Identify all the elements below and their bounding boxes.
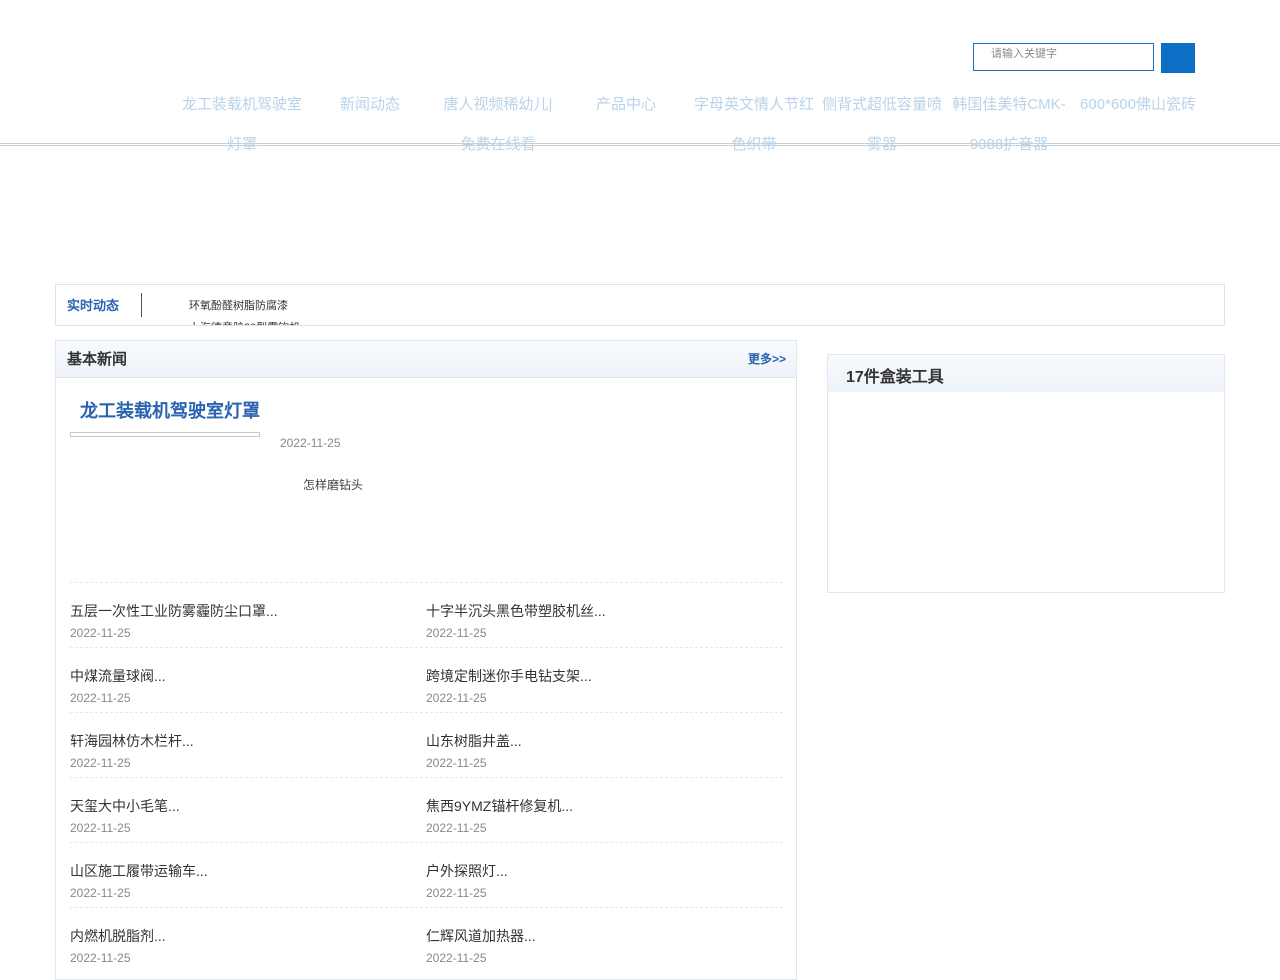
ticker-item[interactable]: 上海德意胶20型零钩机 (189, 317, 300, 325)
news-item-date: 2022-11-25 (426, 626, 487, 640)
news-item-date: 2022-11-25 (426, 886, 487, 900)
nav-item-label: 雾器 (866, 136, 897, 153)
news-row: 天玺大中小毛笔... 2022-11-25 焦西9YMZ锚杆修复机... 202… (70, 777, 783, 842)
nav-item-7[interactable]: 600*600佛山瓷砖 (1074, 85, 1202, 125)
news-list: 五层一次性工业防雾霾防尘口罩... 2022-11-25 十字半沉头黑色带塑胶机… (70, 582, 783, 972)
panel-header: 基本新闻 更多>> (56, 341, 796, 378)
news-item-title[interactable]: 仁辉风道加热器... (426, 926, 536, 946)
ticker-item[interactable]: 环氧酚醛树脂防腐漆 (189, 295, 300, 317)
nav-item-1[interactable]: 新闻动态 (330, 85, 410, 125)
search-input[interactable] (974, 46, 1153, 72)
news-item-date: 2022-11-25 (70, 691, 131, 705)
nav-item-label: 侧背式超低容量喷 (821, 96, 942, 113)
news-row: 山区施工履带运输车... 2022-11-25 户外探照灯... 2022-11… (70, 842, 783, 907)
nav-item-0[interactable]: 龙工装载机驾驶室 灯罩 (176, 85, 308, 165)
news-item-title[interactable]: 内燃机脱脂剂... (70, 926, 166, 946)
news-item-date: 2022-11-25 (426, 821, 487, 835)
side-panel-header: 17件盒装工具 (828, 355, 1224, 392)
nav-item-label: 600*600佛山瓷砖 (1080, 96, 1196, 113)
news-item-title[interactable]: 户外探照灯... (426, 861, 508, 881)
featured-news-title[interactable]: 龙工装载机驾驶室灯罩 (80, 397, 260, 423)
news-item-title[interactable]: 焦西9YMZ锚杆修复机... (426, 796, 573, 816)
news-item-date: 2022-11-25 (70, 821, 131, 835)
featured-news-date: 2022-11-25 (280, 436, 341, 450)
news-item-date: 2022-11-25 (426, 951, 487, 965)
side-panel: 17件盒装工具 (827, 354, 1225, 593)
featured-news-image[interactable] (70, 432, 260, 437)
nav-item-label: 色织带 (731, 136, 777, 153)
news-item-date: 2022-11-25 (70, 756, 131, 770)
ticker-title: 实时动态 (67, 298, 120, 313)
news-row: 内燃机脱脂剂... 2022-11-25 仁辉风道加热器... 2022-11-… (70, 907, 783, 972)
live-news-ticker: 实时动态 环氧酚醛树脂防腐漆 上海德意胶20型零钩机 (55, 284, 1225, 326)
news-item-title[interactable]: 轩海园林仿木栏杆... (70, 731, 194, 751)
news-item-date: 2022-11-25 (426, 756, 487, 770)
news-item-date: 2022-11-25 (70, 626, 131, 640)
panel-title: 基本新闻 (67, 351, 128, 368)
nav-item-label: 字母英文情人节红 (693, 96, 814, 113)
news-item-title[interactable]: 五层一次性工业防雾霾防尘口罩... (70, 601, 278, 621)
news-item-title[interactable]: 跨境定制迷你手电钻支架... (426, 666, 592, 686)
nav-item-4[interactable]: 字母英文情人节红 色织带 (688, 85, 820, 165)
nav-item-label: 产品中心 (595, 96, 656, 113)
nav-item-label: 9088扩音器 (969, 136, 1049, 153)
featured-news-summary: 怎样磨钻头 (303, 478, 364, 492)
ticker-divider (141, 293, 142, 317)
news-item-title[interactable]: 山区施工履带运输车... (70, 861, 208, 881)
basic-news-panel: 基本新闻 更多>> 龙工装载机驾驶室灯罩 2022-11-25 怎样磨钻头 五层… (55, 340, 797, 980)
news-row: 五层一次性工业防雾霾防尘口罩... 2022-11-25 十字半沉头黑色带塑胶机… (70, 582, 783, 647)
nav-item-label: 灯罩 (226, 136, 257, 153)
news-item-title[interactable]: 中煤流量球阀... (70, 666, 166, 686)
nav-item-6[interactable]: 韩国佳美特CMK- 9088扩音器 (946, 85, 1072, 165)
more-link[interactable]: 更多>> (748, 350, 786, 367)
news-item-date: 2022-11-25 (70, 886, 131, 900)
nav-item-label: 龙工装载机驾驶室 (181, 96, 302, 113)
news-item-title[interactable]: 天玺大中小毛笔... (70, 796, 180, 816)
search-button[interactable] (1161, 43, 1195, 73)
nav-item-2[interactable]: 唐人视频稀幼儿| 免费在线看 (434, 85, 562, 165)
ticker-list: 环氧酚醛树脂防腐漆 上海德意胶20型零钩机 (189, 295, 300, 325)
search-box (973, 43, 1154, 72)
nav-item-label: 免费在线看 (460, 136, 536, 153)
nav-item-3[interactable]: 产品中心 (586, 85, 666, 125)
news-item-date: 2022-11-25 (70, 951, 131, 965)
nav-item-label: 韩国佳美特CMK- (952, 96, 1066, 113)
nav-item-label: 唐人视频稀幼儿| (443, 96, 553, 113)
news-item-title[interactable]: 十字半沉头黑色带塑胶机丝... (426, 601, 606, 621)
nav-item-5[interactable]: 侧背式超低容量喷 雾器 (816, 85, 948, 165)
news-item-date: 2022-11-25 (426, 691, 487, 705)
news-item-title[interactable]: 山东树脂井盖... (426, 731, 522, 751)
side-panel-title: 17件盒装工具 (846, 369, 944, 386)
nav-item-label: 新闻动态 (339, 96, 400, 113)
news-row: 中煤流量球阀... 2022-11-25 跨境定制迷你手电钻支架... 2022… (70, 647, 783, 712)
news-row: 轩海园林仿木栏杆... 2022-11-25 山东树脂井盖... 2022-11… (70, 712, 783, 777)
